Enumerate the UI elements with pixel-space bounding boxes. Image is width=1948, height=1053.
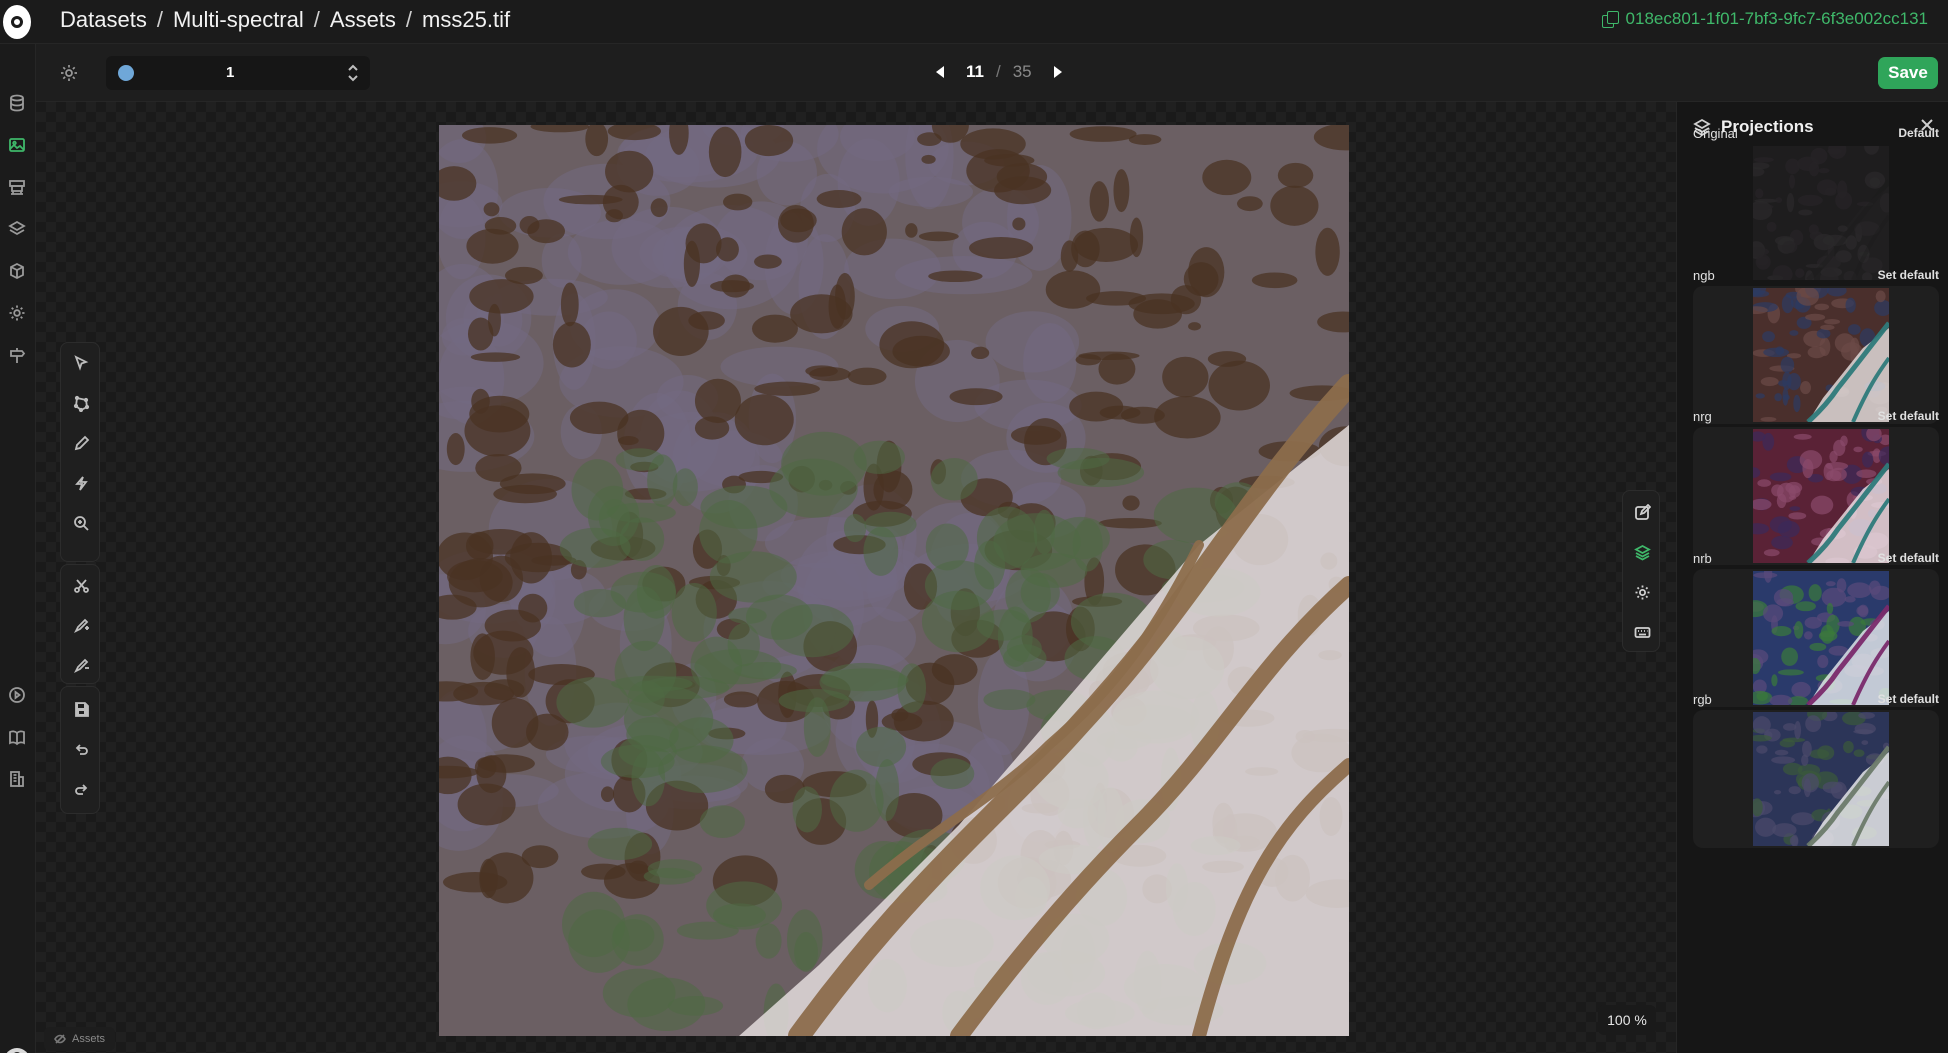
- image-icon[interactable]: [8, 136, 26, 154]
- layers-projection-icon[interactable]: [1633, 543, 1651, 561]
- breadcrumb-separator: /: [405, 7, 413, 32]
- undo-icon[interactable]: [71, 739, 91, 759]
- projection-thumbnail-render: [1753, 571, 1889, 705]
- app-logo[interactable]: [3, 5, 31, 39]
- zoom-icon[interactable]: [71, 513, 91, 533]
- projection-thumbnail: [1753, 288, 1889, 422]
- projection-name: rgb: [1693, 692, 1712, 707]
- breadcrumb-current-asset: mss25.tif: [422, 7, 511, 32]
- breadcrumb-separator: /: [156, 7, 163, 32]
- page-separator: /: [995, 62, 1001, 81]
- magic-wand-icon[interactable]: [71, 473, 91, 493]
- package-icon[interactable]: [8, 262, 26, 280]
- class-value: 1: [226, 64, 235, 81]
- projection-item-ngb[interactable]: ngb Set default: [1693, 268, 1939, 430]
- redo-icon[interactable]: [71, 779, 91, 799]
- satellite-image-render: [439, 125, 1349, 1036]
- projection-thumbnail-render: [1753, 146, 1889, 280]
- current-page[interactable]: 11: [966, 62, 984, 82]
- shelf-icon[interactable]: [8, 178, 26, 196]
- keyboard-icon[interactable]: [1633, 623, 1651, 641]
- view-tools-panel: [1622, 490, 1660, 652]
- next-asset-icon[interactable]: [1053, 66, 1062, 78]
- projection-item-nrb[interactable]: nrb Set default: [1693, 551, 1939, 713]
- image-canvas[interactable]: 100 % Assets: [36, 102, 1676, 1053]
- set-default-button[interactable]: Set default: [1878, 692, 1939, 706]
- projection-name: nrg: [1693, 409, 1712, 424]
- layers-icon[interactable]: [8, 220, 26, 238]
- book-icon[interactable]: [8, 728, 26, 746]
- projection-name: ngb: [1693, 268, 1715, 283]
- floppy-save-icon[interactable]: [71, 699, 91, 719]
- pointer-icon[interactable]: [71, 353, 91, 373]
- projection-thumbnail: [1753, 146, 1889, 280]
- projection-card[interactable]: [1693, 569, 1939, 707]
- layer-visibility-status[interactable]: Assets: [44, 1027, 116, 1051]
- brush-add-icon[interactable]: [71, 615, 91, 635]
- projections-panel: Projections Original Default ngb Set defaul…: [1676, 102, 1948, 1053]
- history-tools-panel: [60, 686, 100, 814]
- annotation-toolbar: 1 11 / 35 Save: [36, 44, 1948, 102]
- projection-thumbnail: [1753, 712, 1889, 846]
- projection-thumbnail-render: [1753, 429, 1889, 563]
- settings-gear-icon[interactable]: [56, 60, 82, 86]
- database-icon[interactable]: [8, 94, 26, 112]
- breadcrumb-assets[interactable]: Assets: [330, 7, 396, 33]
- top-bar: Datasets / Multi-spectral / Assets / mss…: [0, 0, 1948, 44]
- breadcrumb-separator: /: [313, 7, 320, 32]
- edit-square-icon[interactable]: [1633, 503, 1651, 521]
- asset-pager: 11 / 35: [936, 59, 1062, 85]
- projection-name: Original: [1693, 126, 1738, 141]
- asset-id-text: 018ec801-1f01-7bf3-9fc7-6f3e002cc131: [1625, 9, 1928, 28]
- signpost-icon[interactable]: [8, 346, 26, 364]
- projection-card[interactable]: [1693, 286, 1939, 424]
- save-button[interactable]: Save: [1878, 57, 1938, 89]
- play-circle-icon[interactable]: [8, 686, 26, 704]
- eye-off-icon: [54, 1034, 66, 1044]
- projection-card[interactable]: [1693, 427, 1939, 565]
- chevron-updown-icon[interactable]: [346, 63, 360, 83]
- set-default-button[interactable]: Set default: [1878, 551, 1939, 565]
- projection-card[interactable]: [1693, 144, 1939, 282]
- projection-card[interactable]: [1693, 710, 1939, 848]
- projection-item-nrg[interactable]: nrg Set default: [1693, 409, 1939, 571]
- breadcrumb: Datasets / Multi-spectral / Assets / mss…: [60, 6, 510, 34]
- pencil-icon[interactable]: [71, 433, 91, 453]
- asset-id-copy[interactable]: 018ec801-1f01-7bf3-9fc7-6f3e002cc131: [1601, 8, 1928, 30]
- building-icon[interactable]: [8, 770, 26, 788]
- status-label: Assets: [72, 1033, 106, 1045]
- projection-item-original[interactable]: Original Default: [1693, 126, 1939, 288]
- default-label: Default: [1898, 126, 1939, 140]
- set-default-button[interactable]: Set default: [1878, 409, 1939, 423]
- copy-icon[interactable]: [1601, 11, 1619, 28]
- projection-item-rgb[interactable]: rgb Set default: [1693, 692, 1939, 854]
- set-default-button[interactable]: Set default: [1878, 268, 1939, 282]
- projection-name: nrb: [1693, 551, 1712, 566]
- previous-asset-icon[interactable]: [936, 66, 944, 78]
- polygon-icon[interactable]: [71, 393, 91, 413]
- gear-icon[interactable]: [8, 304, 26, 322]
- projection-thumbnail: [1753, 571, 1889, 705]
- class-color-dot: [118, 65, 134, 81]
- total-pages: 35: [1012, 62, 1032, 81]
- app-window: Datasets / Multi-spectral / Assets / mss…: [0, 0, 1948, 1053]
- brush-subtract-icon[interactable]: [71, 655, 91, 675]
- projection-thumbnail-render: [1753, 288, 1889, 422]
- zoom-level[interactable]: 100 %: [1598, 1005, 1656, 1035]
- projection-thumbnail-render: [1753, 712, 1889, 846]
- settings-icon[interactable]: [1633, 583, 1651, 601]
- scissors-icon[interactable]: [71, 575, 91, 595]
- class-selector[interactable]: 1: [106, 56, 370, 90]
- edit-tools-panel: [60, 564, 100, 684]
- left-nav-rail: [0, 44, 36, 1053]
- drawing-tools-panel: [60, 342, 100, 562]
- breadcrumb-multi-spectral[interactable]: Multi-spectral: [173, 7, 304, 33]
- breadcrumb-datasets[interactable]: Datasets: [60, 7, 147, 33]
- user-avatar[interactable]: [4, 1048, 30, 1053]
- satellite-image[interactable]: [439, 125, 1349, 1036]
- projection-thumbnail: [1753, 429, 1889, 563]
